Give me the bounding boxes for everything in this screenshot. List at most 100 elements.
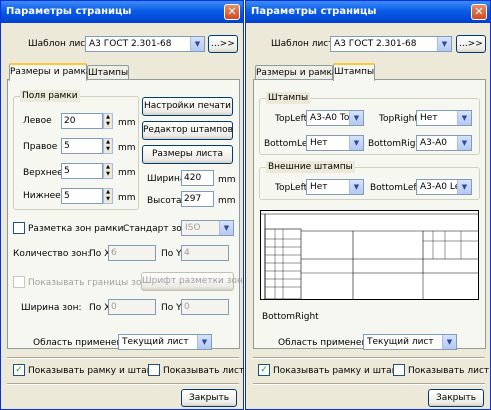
preview-caption: BottomRight bbox=[262, 312, 319, 322]
print-settings-button[interactable]: Настройки печати bbox=[142, 97, 233, 116]
template-select[interactable]: А3 ГОСТ 2.301-68 ▼ bbox=[330, 36, 452, 52]
top-left-label: TopLeft bbox=[275, 114, 308, 124]
title-bar: Параметры страницы bbox=[246, 1, 490, 23]
chevron-down-icon: ▼ bbox=[457, 136, 471, 150]
margin-bottom-spinner[interactable]: ▲ ▼ bbox=[103, 188, 113, 204]
scope-select[interactable]: Текущий лист ▼ bbox=[118, 334, 212, 350]
show-sheet-label: Показывать лист bbox=[408, 366, 490, 376]
template-select[interactable]: А3 ГОСТ 2.301-68 ▼ bbox=[85, 36, 205, 52]
close-icon[interactable]: ✕ bbox=[471, 4, 487, 20]
close-button[interactable]: Закрыть bbox=[181, 389, 237, 407]
show-zone-borders-checkbox[interactable] bbox=[13, 276, 25, 288]
bottom-left-select[interactable]: Нет ▼ bbox=[306, 135, 364, 151]
page-params-dialog-right: Параметры страницы ✕ Шаблон листа А3 ГОС… bbox=[245, 0, 491, 410]
show-zone-borders-label: Показывать границы зон bbox=[28, 278, 148, 288]
ext-bottom-left-select[interactable]: А3-А0 Left ▼ bbox=[416, 179, 472, 195]
unit-label: mm bbox=[118, 168, 136, 178]
stamp-editor-button[interactable]: Редактор штампов bbox=[142, 121, 233, 140]
top-right-label: TopRight bbox=[379, 114, 418, 124]
show-sheet-checkbox[interactable] bbox=[148, 364, 160, 376]
top-left-select[interactable]: А3-А0 TopL ▼ bbox=[306, 110, 364, 126]
browse-button[interactable]: ...>> bbox=[456, 35, 486, 53]
chevron-down-icon: ▼ bbox=[457, 111, 471, 125]
zone-width-x-input[interactable]: 0 bbox=[108, 299, 156, 315]
dialog-title: Параметры страницы bbox=[6, 6, 132, 17]
ext-top-left-value: Нет bbox=[310, 182, 328, 192]
ext-bottom-left-label: BottomLeft bbox=[370, 183, 420, 193]
height-label: Высота bbox=[147, 196, 182, 206]
zone-marking-label: Разметка зон рамки bbox=[28, 224, 124, 234]
chevron-down-icon: ▼ bbox=[437, 37, 451, 51]
chevron-down-icon: ▼ bbox=[349, 180, 363, 194]
tab-size-frame[interactable]: Размеры и рамка bbox=[255, 65, 337, 79]
stamp-drawing bbox=[261, 211, 478, 300]
separator bbox=[7, 383, 239, 385]
separator bbox=[253, 383, 485, 385]
margin-top-spinner[interactable]: ▲ ▼ bbox=[103, 163, 113, 179]
show-frame-label: Показывать рамку и штамп bbox=[28, 366, 160, 376]
tab-stamps[interactable]: Штампы bbox=[333, 63, 375, 81]
zone-standard-label: Стандарт зон bbox=[123, 224, 188, 234]
zone-y-input[interactable]: 4 bbox=[181, 245, 229, 261]
zone-standard-value: ISO bbox=[185, 223, 201, 233]
chevron-down-icon: ▼ bbox=[349, 111, 363, 125]
chevron-down-icon: ▼ bbox=[442, 335, 456, 349]
bottom-left-value: Нет bbox=[310, 138, 328, 148]
show-frame-checkbox[interactable]: ✓ bbox=[258, 364, 270, 376]
chevron-down-icon: ▼ bbox=[190, 37, 204, 51]
chevron-down-icon: ▼ bbox=[219, 221, 233, 235]
separator bbox=[7, 357, 239, 359]
show-sheet-checkbox[interactable] bbox=[393, 364, 405, 376]
sheet-size-button[interactable]: Размеры листа bbox=[142, 145, 233, 164]
top-right-value: Нет bbox=[420, 113, 438, 123]
unit-label: mm bbox=[118, 118, 136, 128]
zone-standard-select[interactable]: ISO ▼ bbox=[181, 220, 234, 236]
zone-count-label: Количество зон: bbox=[13, 249, 91, 259]
bottom-right-select[interactable]: А3-А0 ▼ bbox=[416, 135, 472, 151]
stamp-preview bbox=[260, 210, 479, 300]
zone-font-button[interactable]: Шрифт разметки зон bbox=[141, 272, 243, 291]
unit-label: mm bbox=[118, 143, 136, 153]
separator bbox=[253, 357, 485, 359]
margin-left-label: Левое bbox=[23, 116, 52, 126]
ext-top-left-select[interactable]: Нет ▼ bbox=[306, 179, 364, 195]
unit-label: mm bbox=[218, 196, 236, 206]
zone-x-input[interactable]: 6 bbox=[108, 245, 156, 261]
ext-top-left-label: TopLeft bbox=[275, 183, 308, 193]
chevron-down-icon: ▼ bbox=[457, 180, 471, 194]
chevron-down-icon: ▼ bbox=[349, 136, 363, 150]
tab-stamps[interactable]: Штампы bbox=[87, 65, 129, 79]
template-value: А3 ГОСТ 2.301-68 bbox=[89, 39, 172, 49]
unit-label: mm bbox=[118, 193, 136, 203]
margin-top-input[interactable]: 5 bbox=[61, 163, 103, 179]
width-input[interactable]: 420 bbox=[181, 170, 214, 186]
width-label: Ширина bbox=[147, 174, 186, 184]
margin-right-spinner[interactable]: ▲ ▼ bbox=[103, 138, 113, 154]
margin-top-label: Верхнее bbox=[23, 168, 63, 178]
margin-left-spinner[interactable]: ▲ ▼ bbox=[103, 113, 113, 129]
chevron-down-icon: ▼ bbox=[197, 335, 211, 349]
height-input[interactable]: 297 bbox=[181, 191, 214, 207]
margin-right-label: Правое bbox=[23, 142, 58, 152]
group-title: Поля рамки bbox=[20, 90, 80, 102]
zone-width-y-input[interactable]: 0 bbox=[181, 299, 229, 315]
browse-button[interactable]: ...>> bbox=[208, 35, 238, 53]
by-y-label: По Y bbox=[161, 303, 182, 313]
tab-size-frame[interactable]: Размеры и рамка bbox=[9, 63, 91, 81]
zone-marking-checkbox[interactable] bbox=[13, 222, 25, 234]
top-right-select[interactable]: Нет ▼ bbox=[416, 110, 472, 126]
scope-select[interactable]: Текущий лист ▼ bbox=[363, 334, 457, 350]
margin-bottom-input[interactable]: 5 bbox=[61, 188, 103, 204]
template-value: А3 ГОСТ 2.301-68 bbox=[334, 39, 417, 49]
zone-width-label: Ширина зон: bbox=[21, 303, 82, 313]
margin-right-input[interactable]: 5 bbox=[61, 138, 103, 154]
page-params-dialog-left: Параметры страницы ✕ Шаблон листа А3 ГОС… bbox=[0, 0, 244, 410]
margin-left-input[interactable]: 20 bbox=[61, 113, 103, 129]
unit-label: mm bbox=[218, 175, 236, 185]
bottom-right-value: А3-А0 bbox=[420, 138, 448, 148]
margin-bottom-label: Нижнее bbox=[23, 191, 61, 201]
close-icon[interactable]: ✕ bbox=[224, 4, 240, 20]
dialog-title: Параметры страницы bbox=[251, 6, 377, 17]
close-button[interactable]: Закрыть bbox=[428, 389, 484, 407]
show-frame-checkbox[interactable]: ✓ bbox=[13, 364, 25, 376]
